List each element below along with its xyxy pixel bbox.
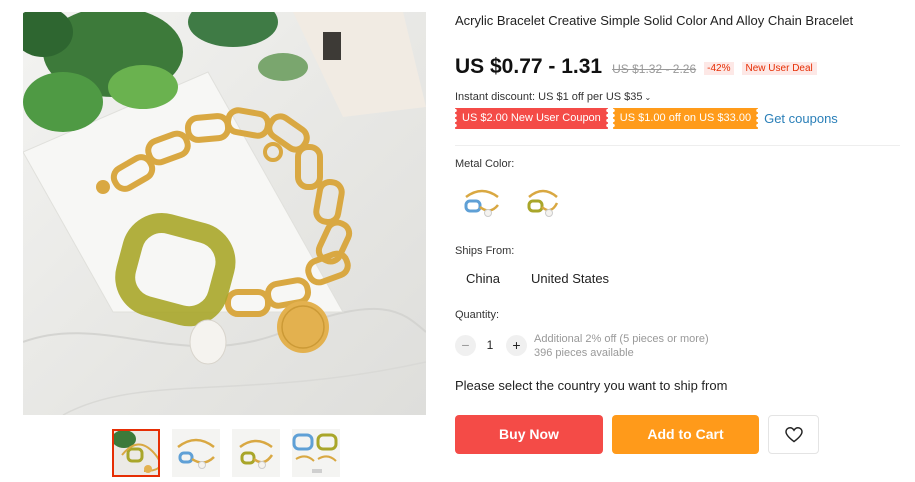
new-user-coupon[interactable]: US $2.00 New User Coupon: [455, 108, 608, 129]
ships-from-label: Ships From:: [455, 245, 515, 257]
divider: [455, 145, 900, 146]
product-photo: [23, 12, 426, 415]
new-user-deal-badge: New User Deal: [741, 62, 817, 75]
store-coupon[interactable]: US $1.00 off on US $33.00: [612, 108, 759, 129]
wishlist-button[interactable]: [768, 415, 819, 454]
quantity-input[interactable]: [481, 335, 499, 356]
ship-country-prompt: Please select the country you want to sh…: [455, 378, 728, 393]
price-row: US $0.77 - 1.31 US $1.32 - 2.26 -42% New…: [455, 55, 817, 81]
thumbnail-2[interactable]: [172, 429, 220, 477]
quantity-note: Additional 2% off (5 pieces or more) 396…: [534, 332, 709, 360]
product-main-image[interactable]: [23, 12, 426, 415]
stock-available-text: 396 pieces available: [534, 347, 634, 359]
thumbnail-4[interactable]: [292, 429, 340, 477]
get-coupons-link[interactable]: Get coupons: [764, 111, 838, 126]
metal-color-option-blue[interactable]: [460, 181, 504, 225]
heart-icon: [785, 427, 803, 443]
thumbnail-3[interactable]: [232, 429, 280, 477]
metal-color-option-green[interactable]: [521, 181, 565, 225]
thumbnail-1[interactable]: [112, 429, 160, 477]
current-price: US $0.77 - 1.31: [455, 55, 603, 78]
coupon-row: US $2.00 New User Coupon US $1.00 off on…: [455, 108, 838, 129]
bulk-discount-text: Additional 2% off (5 pieces or more): [534, 333, 709, 345]
ship-option-china[interactable]: China: [455, 265, 511, 293]
decrease-quantity-button[interactable]: −: [455, 335, 476, 356]
chevron-down-icon: ⌄: [644, 93, 652, 102]
product-title: Acrylic Bracelet Creative Simple Solid C…: [455, 13, 854, 28]
instant-discount[interactable]: Instant discount: US $1 off per US $35 ⌄: [455, 91, 651, 103]
add-to-cart-button[interactable]: Add to Cart: [612, 415, 759, 454]
quantity-label: Quantity:: [455, 309, 500, 321]
ship-option-united-states[interactable]: United States: [520, 265, 620, 293]
increase-quantity-button[interactable]: +: [506, 335, 527, 356]
buy-now-button[interactable]: Buy Now: [455, 415, 603, 454]
instant-discount-text: Instant discount: US $1 off per US $35: [455, 91, 643, 103]
metal-color-label: Metal Color:: [455, 158, 515, 170]
discount-badge: -42%: [704, 62, 734, 75]
original-price: US $1.32 - 2.26: [612, 62, 697, 76]
